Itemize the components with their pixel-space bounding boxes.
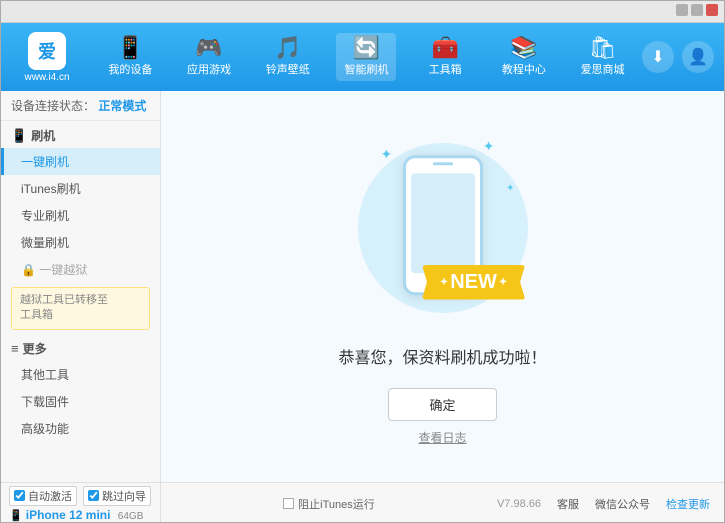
- device-storage: 64GB: [118, 511, 144, 522]
- minimize-button[interactable]: [676, 4, 688, 16]
- nav-icon-app-game: 🎮: [195, 37, 222, 59]
- nav-label-tutorial: 教程中心: [502, 61, 546, 77]
- more-section: ≡ 更多: [1, 334, 160, 361]
- checkbox-row: 自动激活 跳过向导: [1, 486, 160, 508]
- nav-icon-shop: 🛍: [589, 37, 617, 59]
- device-icon: 📱: [9, 510, 26, 522]
- nav-item-app-game[interactable]: 🎮 应用游戏: [179, 33, 239, 81]
- new-badge: NEW: [422, 265, 525, 300]
- skip-wizard-input[interactable]: [88, 490, 99, 501]
- status-value: 正常模式: [98, 99, 146, 113]
- sparkle-2: ✦: [483, 138, 495, 155]
- sparkle-1: ✦: [381, 146, 393, 163]
- more-label: 更多: [23, 340, 47, 357]
- nav-label-shop: 爱思商城: [581, 61, 625, 77]
- skip-wizard-label: 跳过向导: [102, 488, 146, 504]
- update-link[interactable]: 检查更新: [666, 496, 710, 512]
- maximize-button[interactable]: [691, 4, 703, 16]
- nav-label-toolbox: 工具箱: [429, 61, 462, 77]
- nav-icon-tutorial: 📚: [510, 37, 537, 59]
- device-info-row: 📱 iPhone 12 mini 64GB: [1, 508, 160, 522]
- itunes-label: 阻止iTunes运行: [298, 496, 375, 512]
- nav-item-shop[interactable]: 🛍 爱思商城: [573, 33, 633, 81]
- logo-icon: 爱: [28, 32, 66, 70]
- user-button[interactable]: 👤: [682, 41, 714, 73]
- nav-label-smart-shop: 智能刷机: [344, 61, 388, 77]
- sidebar: 设备连接状态： 正常模式 📱 刷机 一键刷机 iTunes刷机 专业刷机 微量刷…: [1, 91, 161, 482]
- auto-activate-label: 自动激活: [28, 488, 72, 504]
- main-content: ✦ ✦ ✦ NEW 恭喜您，保资料刷机成功啦！: [161, 91, 724, 482]
- itunes-row: 阻止iTunes运行: [161, 483, 497, 523]
- auto-activate-input[interactable]: [14, 490, 25, 501]
- nav-icon-toolbox: 🧰: [431, 37, 458, 59]
- sidebar-item-one-click[interactable]: 一键刷机: [1, 148, 160, 175]
- nav-items: 📱 我的设备 🎮 应用游戏 🎵 铃声壁纸 🔄 智能刷机 🧰 工具箱 📚 教程中心…: [91, 33, 642, 81]
- version-label: V7.98.66: [497, 498, 541, 510]
- sidebar-item-data-save[interactable]: 微量刷机: [1, 229, 160, 256]
- sidebar-item-itunes[interactable]: iTunes刷机: [1, 175, 160, 202]
- wechat-link[interactable]: 微信公众号: [595, 496, 650, 512]
- nav-item-toolbox[interactable]: 🧰 工具箱: [415, 33, 475, 81]
- sidebar-item-download[interactable]: 下载固件: [1, 388, 160, 415]
- nav-item-smart-shop[interactable]: 🔄 智能刷机: [336, 33, 396, 81]
- sparkle-3: ✦: [506, 183, 514, 194]
- success-illustration: ✦ ✦ ✦ NEW: [343, 128, 543, 328]
- nav-icon-ringtone: 🎵: [274, 37, 301, 59]
- success-message: 恭喜您，保资料刷机成功啦！: [338, 344, 546, 368]
- flash-icon: 📱: [11, 128, 27, 144]
- device-status: 设备连接状态： 正常模式: [1, 91, 160, 121]
- status-label: 设备连接状态：: [11, 99, 95, 113]
- nav-icon-smart-shop: 🔄: [353, 37, 380, 59]
- device-name: iPhone 12 mini: [26, 508, 111, 522]
- nav-item-ringtone[interactable]: 🎵 铃声壁纸: [258, 33, 318, 81]
- close-button[interactable]: [706, 4, 718, 16]
- nav-icon-my-device: 📱: [117, 37, 144, 59]
- sidebar-item-advanced[interactable]: 高级功能: [1, 415, 160, 442]
- download-button[interactable]: ⬇: [642, 41, 674, 73]
- sidebar-item-pro[interactable]: 专业刷机: [1, 202, 160, 229]
- nav-item-tutorial[interactable]: 📚 教程中心: [494, 33, 554, 81]
- header: 爱 www.i4.cn 📱 我的设备 🎮 应用游戏 🎵 铃声壁纸 🔄 智能刷机 …: [1, 23, 724, 91]
- nav-item-my-device[interactable]: 📱 我的设备: [100, 33, 160, 81]
- flash-section: 📱 刷机: [1, 121, 160, 148]
- titlebar: [1, 1, 724, 23]
- logo[interactable]: 爱 www.i4.cn: [11, 32, 83, 83]
- nav-label-app-game: 应用游戏: [187, 61, 231, 77]
- itunes-checkbox-icon[interactable]: [283, 498, 294, 509]
- support-link[interactable]: 客服: [557, 496, 579, 512]
- nav-label-ringtone: 铃声壁纸: [266, 61, 310, 77]
- skip-wizard-checkbox[interactable]: 跳过向导: [83, 486, 151, 506]
- confirm-button[interactable]: 确定: [388, 388, 496, 421]
- header-right: ⬇ 👤: [642, 41, 714, 73]
- sidebar-item-other-tools[interactable]: 其他工具: [1, 361, 160, 388]
- nav-label-my-device: 我的设备: [108, 61, 152, 77]
- log-link[interactable]: 查看日志: [418, 429, 466, 446]
- auto-activate-checkbox[interactable]: 自动激活: [9, 486, 77, 506]
- more-icon: ≡: [11, 341, 19, 356]
- flash-label: 刷机: [31, 127, 55, 144]
- bottom-right: V7.98.66 客服 微信公众号 检查更新: [497, 483, 724, 523]
- logo-url: www.i4.cn: [24, 72, 69, 83]
- jailbreak-warning: 越狱工具已转移至 工具箱: [11, 287, 150, 330]
- sidebar-item-jailbreak: 🔒 一键越狱: [1, 256, 160, 283]
